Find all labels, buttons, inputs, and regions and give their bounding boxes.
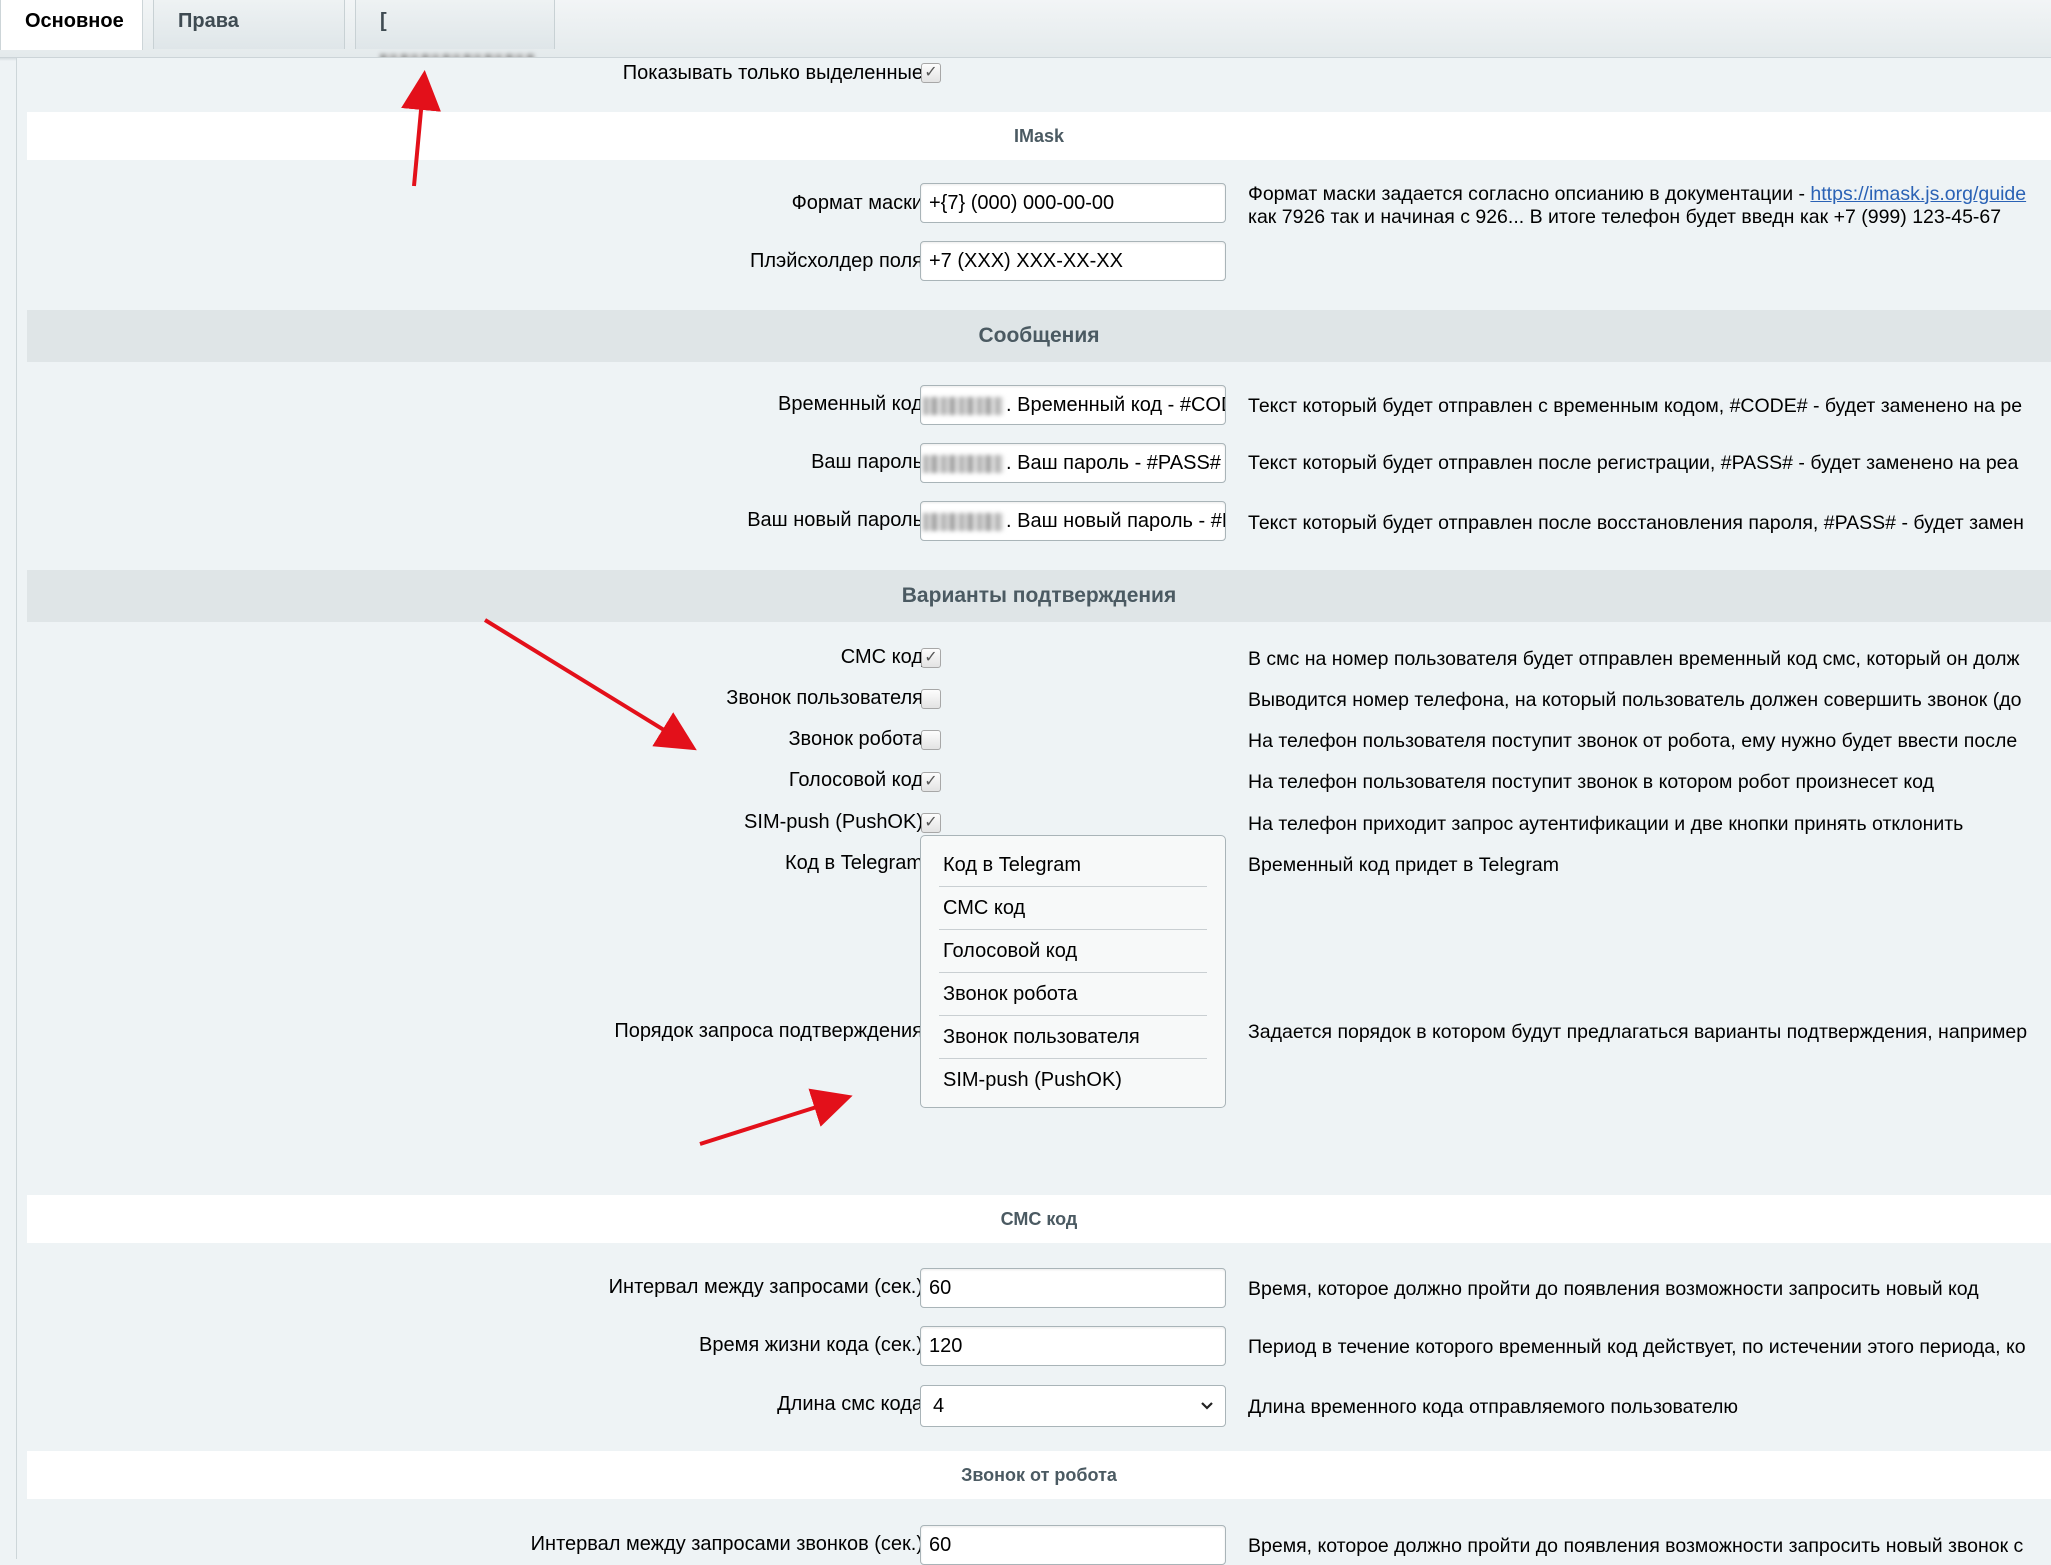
tab-redacted[interactable]: [ [355,0,555,74]
mask-format-label: Формат маски [791,192,923,214]
your-password-input[interactable]: . Ваш пароль - #PASS# [920,443,1226,483]
new-password-label: Ваш новый пароль [747,509,923,531]
option-desc-sms: В смс на номер пользователя будет отправ… [1248,648,2020,670]
mask-format-input[interactable]: +{7} (000) 000-00-00 [920,183,1226,223]
show-only-selected-checkbox[interactable]: ✓ [921,63,941,83]
mask-format-desc-text: Формат маски задается согласно опсианию … [1248,183,1811,205]
order-description: Задается порядок в котором будут предлаг… [1248,1021,2028,1043]
option-label-sim-push: SIM-push (PushOK) [744,811,923,833]
sms-interval-description: Время, которое должно пройти до появлени… [1248,1278,1979,1300]
new-password-description: Текст который будет отправлен после восс… [1248,512,2024,534]
order-item[interactable]: Голосовой код [939,930,1207,973]
section-robot-call: Звонок от робота [27,1451,2051,1499]
placeholder-input[interactable]: +7 (XXX) XXX-XX-XX [920,241,1226,281]
new-password-value: . Ваш новый пароль - #PASS# [1006,510,1225,532]
tab-bar: Основное Права доступа [ [0,0,2051,74]
option-checkbox-robot-call[interactable] [921,730,941,750]
call-interval-label: Интервал между запросами звонков (сек.) [530,1533,923,1555]
sms-length-description: Длина временного кода отправляемого поль… [1248,1396,1738,1418]
redacted-blur [923,512,1003,531]
option-label-user-call: Звонок пользователя [726,687,923,709]
sms-length-select[interactable]: 4 [920,1385,1226,1427]
option-checkbox-sms[interactable]: ✓ [921,648,941,668]
order-item[interactable]: Звонок робота [939,973,1207,1016]
sms-lifetime-input[interactable]: 120 [920,1326,1226,1366]
order-item[interactable]: Звонок пользователя [939,1016,1207,1059]
order-item[interactable]: СМС код [939,887,1207,930]
option-label-robot-call: Звонок робота [788,728,923,750]
temp-code-value: . Временный код - #CODE# [1006,394,1225,416]
order-item[interactable]: SIM-push (PushOK) [939,1059,1207,1101]
placeholder-label: Плэйсхолдер поля [749,250,923,272]
sms-interval-input[interactable]: 60 [920,1268,1226,1308]
sms-length-value: 4 [933,1395,945,1417]
option-desc-telegram: Временный код придет в Telegram [1248,854,1559,876]
option-desc-user-call: Выводится номер телефона, на который пол… [1248,689,2022,711]
chevron-down-icon [1199,1386,1215,1440]
call-interval-input[interactable]: 60 [920,1525,1226,1565]
order-item[interactable]: Код в Telegram [939,844,1207,887]
option-label-sms: СМС код [840,646,923,668]
mask-format-description: Формат маски задается согласно опсианию … [1248,183,2051,206]
sms-lifetime-description: Период в течение которого временный код … [1248,1336,2026,1358]
section-sms-code: СМС код [27,1195,2051,1243]
temp-code-input[interactable]: . Временный код - #CODE# [920,385,1226,425]
your-password-value: . Ваш пароль - #PASS# [1006,452,1221,474]
tab-access-rights[interactable]: Права доступа [153,0,345,74]
option-desc-robot-call: На телефон пользователя поступит звонок … [1248,730,2018,752]
your-password-label: Ваш пароль [811,451,923,473]
option-label-voice-code: Голосовой код [788,769,923,791]
tab-main[interactable]: Основное [0,0,143,50]
mask-format-description-line2: как 7926 так и начиная с 926... В итоге … [1248,206,2002,228]
option-checkbox-voice-code[interactable]: ✓ [921,772,941,792]
option-desc-sim-push: На телефон приходит запрос аутентификаци… [1248,813,1964,835]
section-confirmation-variants: Варианты подтверждения [27,570,2051,622]
imask-docs-link[interactable]: https://imask.js.org/guide [1810,183,2026,205]
temp-code-description: Текст который будет отправлен с временны… [1248,395,2023,417]
redacted-blur [923,454,1003,473]
call-interval-description: Время, которое должно пройти до появлени… [1248,1535,2024,1557]
sms-length-label: Длина смс кода [777,1393,923,1415]
show-only-selected-label: Показывать только выделенные [622,62,923,84]
section-imask: IMask [27,112,2051,160]
order-label: Порядок запроса подтверждения [614,1020,923,1042]
option-checkbox-sim-push[interactable]: ✓ [921,813,941,833]
temp-code-label: Временный код [778,393,923,415]
sms-interval-label: Интервал между запросами (сек.) [608,1276,923,1298]
option-label-telegram: Код в Telegram [785,852,923,874]
new-password-input[interactable]: . Ваш новый пароль - #PASS# [920,501,1226,541]
section-messages: Сообщения [27,310,2051,362]
redacted-blur [923,396,1003,415]
tab-redacted-prefix: [ [380,10,387,32]
your-password-description: Текст который будет отправлен после реги… [1248,452,2019,474]
option-checkbox-user-call[interactable] [921,689,941,709]
option-desc-voice-code: На телефон пользователя поступит звонок … [1248,771,1934,793]
sms-lifetime-label: Время жизни кода (сек.) [699,1334,923,1356]
order-sortable-list[interactable]: Код в Telegram СМС код Голосовой код Зво… [920,835,1226,1108]
